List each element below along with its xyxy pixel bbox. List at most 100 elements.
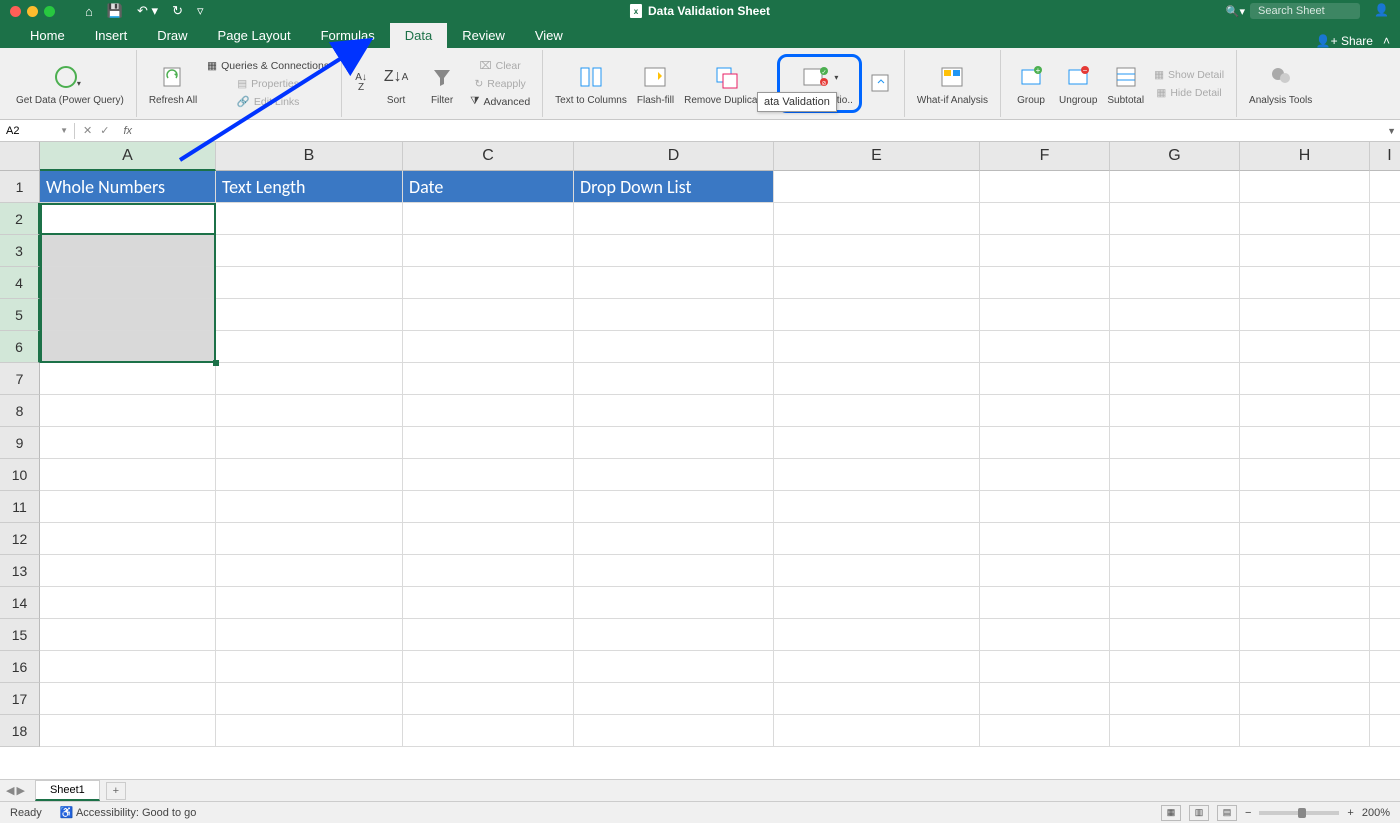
cell-E15[interactable] — [774, 619, 980, 651]
cell-A9[interactable] — [40, 427, 216, 459]
next-sheet-icon[interactable]: ▶ — [16, 784, 24, 797]
close-window-button[interactable] — [10, 6, 21, 17]
share-button[interactable]: 👤+ Share — [1316, 34, 1373, 48]
cell-I2[interactable] — [1370, 203, 1400, 235]
column-header-E[interactable]: E — [774, 142, 980, 171]
cell-E6[interactable] — [774, 331, 980, 363]
cell-F6[interactable] — [980, 331, 1110, 363]
row-header-11[interactable]: 11 — [0, 491, 40, 523]
cell-H8[interactable] — [1240, 395, 1370, 427]
cell-I3[interactable] — [1370, 235, 1400, 267]
cell-H1[interactable] — [1240, 171, 1370, 203]
view-page-break-button[interactable]: ▤ — [1217, 805, 1237, 821]
text-to-columns-button[interactable]: Text to Columns — [551, 59, 631, 108]
tab-view[interactable]: View — [520, 23, 578, 48]
cell-E18[interactable] — [774, 715, 980, 747]
cell-I17[interactable] — [1370, 683, 1400, 715]
cell-F9[interactable] — [980, 427, 1110, 459]
cell-F18[interactable] — [980, 715, 1110, 747]
cell-E5[interactable] — [774, 299, 980, 331]
cell-D13[interactable] — [574, 555, 774, 587]
cell-I16[interactable] — [1370, 651, 1400, 683]
cell-E4[interactable] — [774, 267, 980, 299]
enter-formula-icon[interactable]: ✓ — [100, 124, 109, 137]
flash-fill-button[interactable]: Flash-fill — [633, 59, 678, 108]
cell-I6[interactable] — [1370, 331, 1400, 363]
what-if-analysis-button[interactable]: What-if Analysis — [913, 59, 992, 108]
cell-B7[interactable] — [216, 363, 403, 395]
cell-F3[interactable] — [980, 235, 1110, 267]
cell-E14[interactable] — [774, 587, 980, 619]
cell-B11[interactable] — [216, 491, 403, 523]
ungroup-button[interactable]: − Ungroup — [1055, 59, 1101, 108]
row-header-8[interactable]: 8 — [0, 395, 40, 427]
search-sheet-input[interactable] — [1250, 3, 1360, 19]
maximize-window-button[interactable] — [44, 6, 55, 17]
tab-home[interactable]: Home — [15, 23, 80, 48]
save-icon[interactable]: 💾 — [107, 3, 123, 19]
cell-H9[interactable] — [1240, 427, 1370, 459]
column-header-D[interactable]: D — [574, 142, 774, 171]
cell-F1[interactable] — [980, 171, 1110, 203]
cell-C18[interactable] — [403, 715, 574, 747]
cell-E13[interactable] — [774, 555, 980, 587]
row-header-10[interactable]: 10 — [0, 459, 40, 491]
cell-F14[interactable] — [980, 587, 1110, 619]
cell-F2[interactable] — [980, 203, 1110, 235]
cell-G1[interactable] — [1110, 171, 1240, 203]
cell-F13[interactable] — [980, 555, 1110, 587]
cell-E10[interactable] — [774, 459, 980, 491]
cell-E1[interactable] — [774, 171, 980, 203]
cell-A1[interactable]: Whole Numbers — [40, 171, 216, 203]
cell-H13[interactable] — [1240, 555, 1370, 587]
cell-B2[interactable] — [216, 203, 403, 235]
cell-D9[interactable] — [574, 427, 774, 459]
cell-G12[interactable] — [1110, 523, 1240, 555]
cell-F10[interactable] — [980, 459, 1110, 491]
cell-B13[interactable] — [216, 555, 403, 587]
cell-H18[interactable] — [1240, 715, 1370, 747]
cell-G15[interactable] — [1110, 619, 1240, 651]
cell-G16[interactable] — [1110, 651, 1240, 683]
cell-B3[interactable] — [216, 235, 403, 267]
cell-G13[interactable] — [1110, 555, 1240, 587]
cell-E9[interactable] — [774, 427, 980, 459]
cell-I8[interactable] — [1370, 395, 1400, 427]
cell-H15[interactable] — [1240, 619, 1370, 651]
filter-button[interactable]: Filter — [420, 59, 464, 108]
refresh-all-button[interactable]: Refresh All — [145, 59, 201, 108]
cell-I4[interactable] — [1370, 267, 1400, 299]
row-header-2[interactable]: 2 — [0, 203, 40, 235]
name-box[interactable]: A2▼ — [0, 123, 75, 139]
cell-C4[interactable] — [403, 267, 574, 299]
cell-D17[interactable] — [574, 683, 774, 715]
cell-C10[interactable] — [403, 459, 574, 491]
tab-formulas[interactable]: Formulas — [306, 23, 390, 48]
cell-D18[interactable] — [574, 715, 774, 747]
sheet-tab-sheet1[interactable]: Sheet1 — [35, 780, 100, 801]
accessibility-status[interactable]: ♿ Accessibility: Good to go — [60, 806, 197, 819]
cell-F11[interactable] — [980, 491, 1110, 523]
row-header-15[interactable]: 15 — [0, 619, 40, 651]
cell-G7[interactable] — [1110, 363, 1240, 395]
cell-G10[interactable] — [1110, 459, 1240, 491]
zoom-slider[interactable] — [1259, 811, 1339, 815]
cell-C17[interactable] — [403, 683, 574, 715]
cell-A2[interactable] — [40, 203, 216, 235]
cell-A7[interactable] — [40, 363, 216, 395]
sort-button[interactable]: Z↓A Sort — [374, 59, 418, 108]
cell-F15[interactable] — [980, 619, 1110, 651]
cell-D11[interactable] — [574, 491, 774, 523]
cell-D12[interactable] — [574, 523, 774, 555]
row-header-18[interactable]: 18 — [0, 715, 40, 747]
properties-button[interactable]: ▤Properties — [203, 76, 333, 92]
cell-D1[interactable]: Drop Down List — [574, 171, 774, 203]
cell-B16[interactable] — [216, 651, 403, 683]
cell-B18[interactable] — [216, 715, 403, 747]
fx-label[interactable]: fx — [117, 125, 138, 137]
cell-G5[interactable] — [1110, 299, 1240, 331]
cell-A12[interactable] — [40, 523, 216, 555]
column-header-F[interactable]: F — [980, 142, 1110, 171]
column-header-G[interactable]: G — [1110, 142, 1240, 171]
cell-C16[interactable] — [403, 651, 574, 683]
